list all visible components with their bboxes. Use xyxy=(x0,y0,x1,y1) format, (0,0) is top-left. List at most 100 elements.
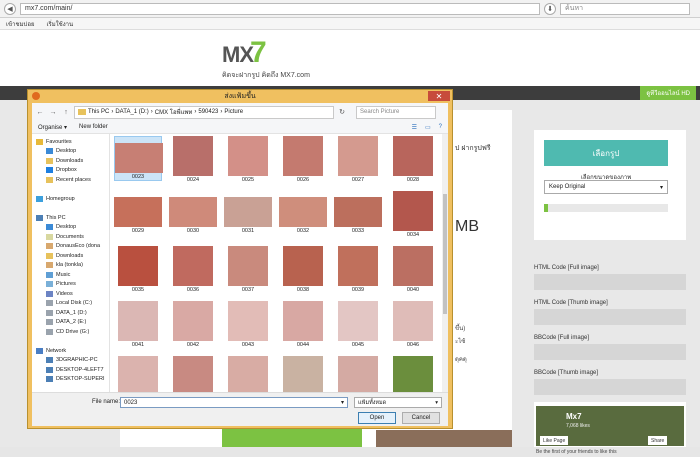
site-logo[interactable]: MX 7 คิดจะฝากรูป คิดถึง MX7.com xyxy=(222,36,332,82)
sidebar-item[interactable]: Downloads xyxy=(32,251,109,261)
back-arrow-icon[interactable]: ← xyxy=(35,109,45,116)
breadcrumb-cmx[interactable]: CMX โอพี่แพท xyxy=(155,107,193,117)
file-thumbnail[interactable] xyxy=(279,356,327,392)
file-thumbnail[interactable]: 0033 xyxy=(334,191,382,234)
new-folder-button[interactable]: New folder xyxy=(79,124,108,130)
file-thumbnail[interactable]: 0043 xyxy=(224,301,272,348)
organise-button[interactable]: Organise ▾ xyxy=(38,124,67,131)
view-options-icon[interactable]: ☰ xyxy=(412,124,417,131)
file-thumbnail[interactable]: 0045 xyxy=(334,301,382,348)
sidebar-item[interactable]: Desktop xyxy=(32,223,109,233)
file-thumbnail[interactable]: 0042 xyxy=(169,301,217,348)
sidebar-item[interactable]: Favourites xyxy=(32,137,109,147)
breadcrumb-data1[interactable]: DATA_1 (D:) xyxy=(115,109,148,115)
file-thumbnail[interactable]: 0031 xyxy=(224,191,272,234)
sidebar-item[interactable]: Recent places xyxy=(32,175,109,185)
file-thumbnail[interactable]: 0040 xyxy=(389,246,437,293)
sidebar-item[interactable]: DESKTOP-SUPERI xyxy=(32,375,109,385)
file-thumbnail[interactable]: 0027 xyxy=(334,136,382,183)
folder-icon xyxy=(78,109,86,115)
sidebar-item[interactable]: Desktop xyxy=(32,147,109,157)
file-type-select[interactable]: แฟ้มทั้งหมด ▾ xyxy=(354,397,442,408)
file-thumbnail[interactable]: 0025 xyxy=(224,136,272,183)
bookmark-most-visited[interactable]: เข้าชมบ่อย xyxy=(6,19,34,29)
forward-arrow-icon[interactable]: → xyxy=(48,109,58,116)
refresh-icon[interactable]: ↻ xyxy=(337,108,347,116)
open-button[interactable]: Open xyxy=(358,412,396,424)
folder-search-input[interactable]: Search Picture xyxy=(356,105,436,119)
file-thumbnail[interactable]: 0024 xyxy=(169,136,217,183)
sidebar-item[interactable]: Music xyxy=(32,270,109,280)
file-thumbnail[interactable]: 0041 xyxy=(114,301,162,348)
code-field-bb-thumb[interactable] xyxy=(534,379,686,395)
file-thumbnail[interactable]: 0028 xyxy=(389,136,437,183)
size-select[interactable]: Keep Original ▾ xyxy=(544,180,668,194)
file-thumbnail[interactable] xyxy=(334,356,382,392)
file-type-value: แฟ้มทั้งหมด xyxy=(358,399,387,406)
sidebar-item[interactable]: kla (tonkla) xyxy=(32,261,109,271)
sidebar-item[interactable]: This PC xyxy=(32,213,109,223)
file-thumbnail[interactable]: 0029 xyxy=(114,191,162,234)
sidebar-item[interactable]: 3DGRAPHIC-PC xyxy=(32,356,109,366)
sidebar-item[interactable]: Homegroup xyxy=(32,194,109,204)
breadcrumb-picture[interactable]: Picture xyxy=(224,109,243,115)
scrollbar[interactable] xyxy=(442,134,448,392)
sidebar-item[interactable]: Videos xyxy=(32,289,109,299)
help-icon[interactable]: ? xyxy=(439,124,442,131)
sidebar-item[interactable]: Network xyxy=(32,346,109,356)
choose-image-button[interactable]: เลือกรูป xyxy=(544,140,668,166)
download-icon[interactable]: ⬇ xyxy=(544,2,556,15)
sidebar-item[interactable]: DESKTOP-4LEFT7 xyxy=(32,365,109,375)
sidebar-item[interactable]: DATA_1 (D:) xyxy=(32,308,109,318)
breadcrumb-590423[interactable]: 590423 xyxy=(198,109,218,115)
file-thumbnail[interactable] xyxy=(389,356,437,392)
folder-breadcrumb[interactable]: This PC › DATA_1 (D:) › CMX โอพี่แพท › 5… xyxy=(74,105,334,119)
file-thumbnail[interactable]: 0039 xyxy=(334,246,382,293)
file-thumbnail[interactable] xyxy=(224,356,272,392)
fb-like-button[interactable]: Like Page xyxy=(540,436,569,445)
code-field-html-thumb[interactable] xyxy=(534,309,686,325)
filename-input[interactable]: 0023 ▾ xyxy=(120,397,348,408)
cancel-button[interactable]: Cancel xyxy=(402,412,440,424)
sidebar-item[interactable]: Documents xyxy=(32,232,109,242)
sidebar-item[interactable]: Downloads xyxy=(32,156,109,166)
browser-search-input[interactable]: ค้นหา xyxy=(560,2,690,15)
file-thumbnail[interactable] xyxy=(169,356,217,392)
thumbnail-image xyxy=(173,136,213,176)
sidebar-item[interactable]: Pictures xyxy=(32,280,109,290)
up-arrow-icon[interactable]: ↑ xyxy=(61,109,71,116)
file-thumbnail[interactable]: 0026 xyxy=(279,136,327,183)
breadcrumb-this-pc[interactable]: This PC xyxy=(88,109,109,115)
code-field-bb-full[interactable] xyxy=(534,344,686,360)
file-thumbnail[interactable]: 0044 xyxy=(279,301,327,348)
code-field-html-full[interactable] xyxy=(534,274,686,290)
file-thumbnail[interactable]: 0030 xyxy=(169,191,217,234)
file-thumbnail[interactable]: 0035 xyxy=(114,246,162,293)
news-image[interactable] xyxy=(376,430,512,447)
file-thumbnail[interactable]: 0023 xyxy=(114,136,163,181)
sidebar-item[interactable]: DonausEco (dona xyxy=(32,242,109,252)
tv-online-button[interactable]: ดูทีวีออนไลน์ HD xyxy=(640,86,696,100)
close-button[interactable]: ✕ xyxy=(428,91,450,101)
file-thumbnail[interactable]: 0034 xyxy=(389,191,437,238)
file-thumbnail[interactable]: 0037 xyxy=(224,246,272,293)
thumbnail-image xyxy=(338,136,378,176)
back-icon[interactable]: ◀ xyxy=(4,2,16,15)
sidebar-item[interactable]: CD Drive (G:) xyxy=(32,327,109,337)
sidebar-item[interactable]: Dropbox xyxy=(32,166,109,176)
sidebar-item[interactable]: DATA_2 (E:) xyxy=(32,318,109,328)
chevron-down-icon[interactable]: ▾ xyxy=(341,399,344,406)
scroll-thumb[interactable] xyxy=(443,194,447,314)
address-bar[interactable]: mx7.com/main/ xyxy=(20,2,540,15)
fb-page-name[interactable]: Mx7 xyxy=(566,412,582,421)
file-thumbnail[interactable]: 0036 xyxy=(169,246,217,293)
file-thumbnail[interactable]: 0038 xyxy=(279,246,327,293)
bookmark-getting-started[interactable]: เริ่มใช้งาน xyxy=(46,19,73,29)
file-thumbnail[interactable]: 0046 xyxy=(389,301,437,348)
file-thumbnail[interactable] xyxy=(114,356,162,392)
fb-share-button[interactable]: Share xyxy=(648,436,668,445)
preview-pane-icon[interactable]: ▭ xyxy=(425,124,431,131)
sidebar-item[interactable]: Local Disk (C:) xyxy=(32,299,109,309)
file-thumbnail[interactable]: 0032 xyxy=(279,191,327,234)
dialog-titlebar[interactable]: ส่งแฟ้มขึ้น ✕ xyxy=(28,90,452,103)
